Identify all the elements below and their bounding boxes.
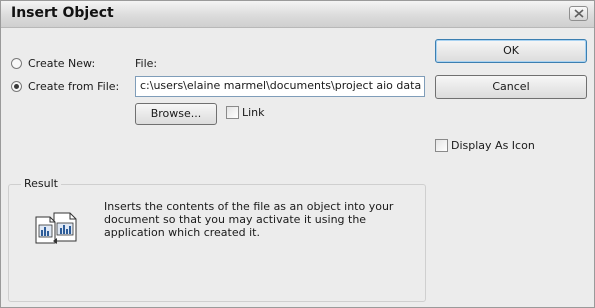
close-button[interactable] (569, 6, 588, 21)
file-path-input[interactable]: c:\users\elaine marmel\documents\project… (135, 76, 425, 97)
insert-object-dialog: Insert Object Create New: Create from Fi… (0, 0, 595, 308)
ok-button[interactable]: OK (435, 39, 587, 63)
create-new-radio-button[interactable] (11, 58, 22, 69)
close-icon (574, 9, 584, 18)
display-as-icon-checkbox-box[interactable] (435, 139, 448, 152)
display-as-icon-label: Display As Icon (451, 139, 535, 152)
cancel-button[interactable]: Cancel (435, 75, 587, 99)
file-label: File: (135, 57, 158, 70)
create-from-file-radio-button[interactable] (11, 81, 22, 92)
create-from-file-label: Create from File: (28, 80, 120, 93)
create-new-label: Create New: (28, 57, 96, 70)
insert-file-object-icon (35, 212, 77, 244)
result-description: Inserts the contents of the file as an o… (104, 200, 394, 239)
link-label: Link (242, 106, 265, 119)
title-bar[interactable]: Insert Object (1, 1, 594, 28)
result-legend: Result (21, 177, 61, 190)
dialog-title: Insert Object (11, 5, 114, 21)
browse-button[interactable]: Browse... (135, 103, 217, 125)
link-checkbox-box[interactable] (226, 106, 239, 119)
